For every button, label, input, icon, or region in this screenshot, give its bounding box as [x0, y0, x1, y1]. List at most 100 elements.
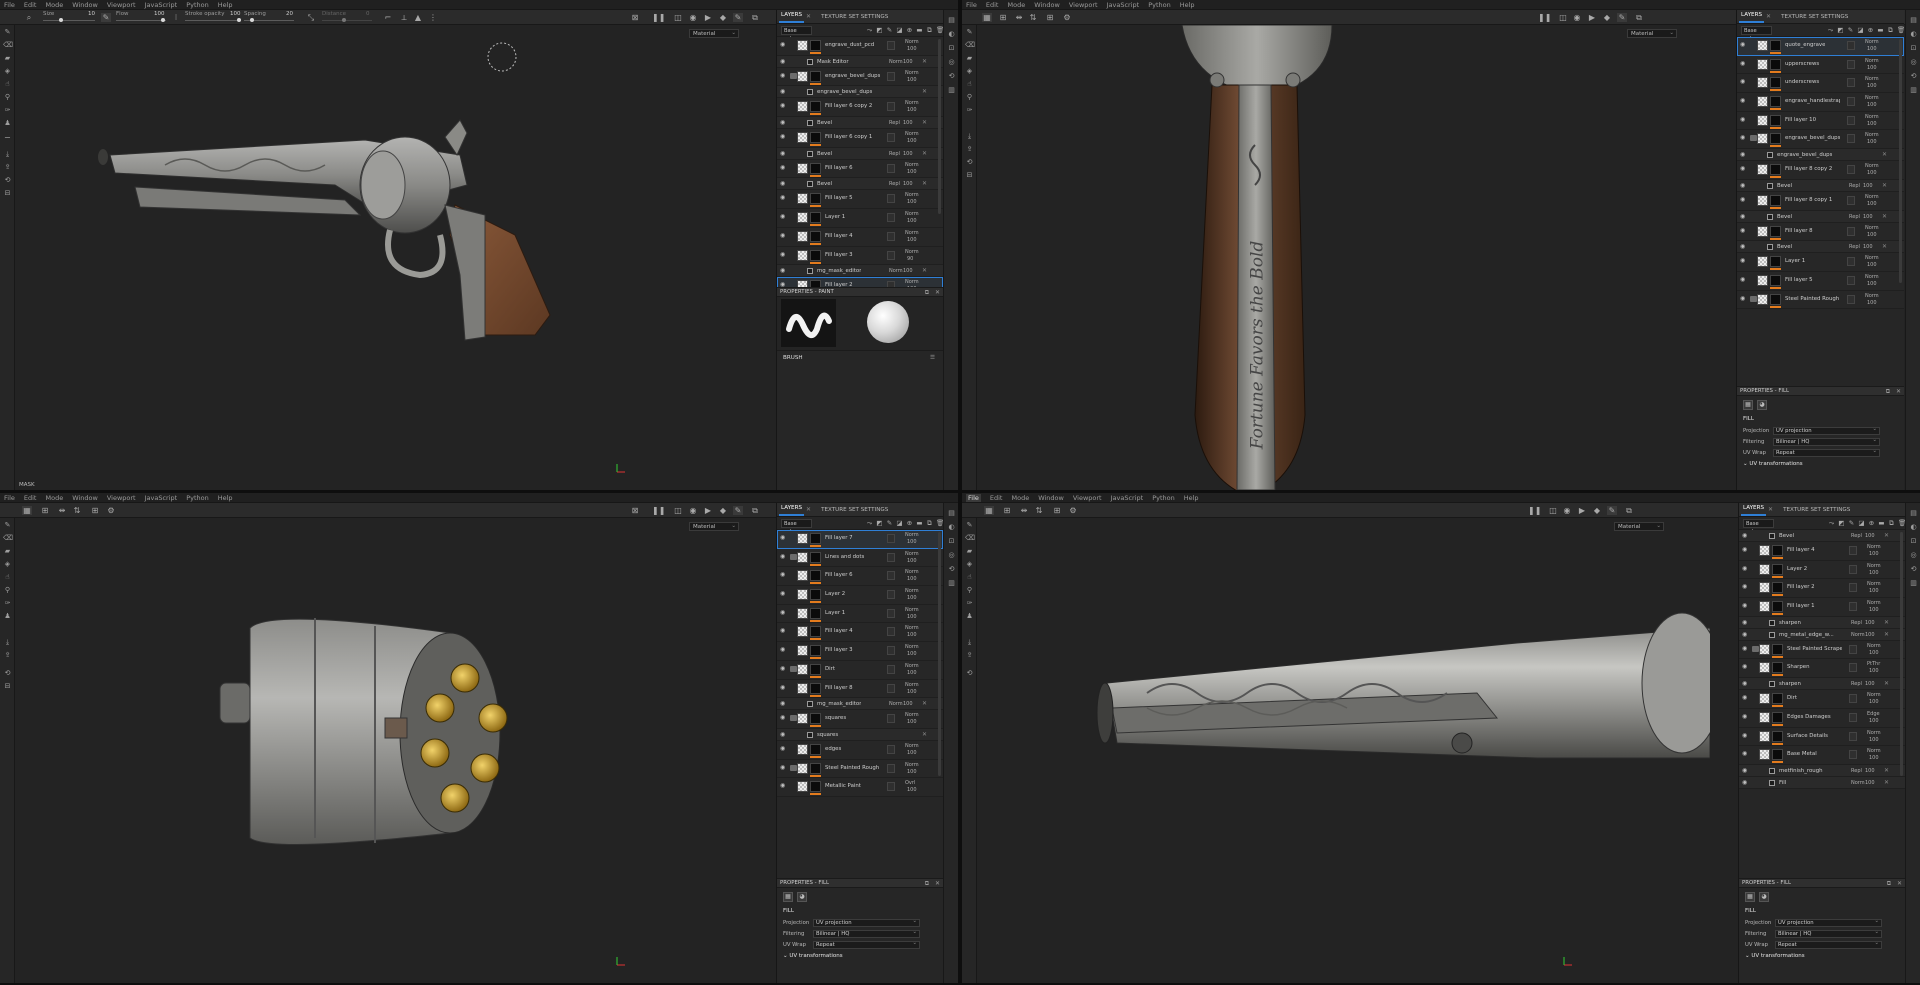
effect-opacity[interactable]: 100 — [1865, 768, 1875, 774]
layer-effect-row[interactable]: ◉ Bevel Repl 100 ✕ — [1737, 241, 1904, 254]
effect-opacity[interactable]: 100 — [1863, 244, 1873, 250]
paint-layer-icon[interactable]: ✎ — [886, 26, 893, 34]
layer-opacity[interactable]: 100 — [907, 670, 917, 676]
visibility-eye-icon[interactable]: ◉ — [780, 783, 788, 789]
display-settings-icon[interactable]: ◐ — [1909, 30, 1918, 39]
blend-mode[interactable]: Norm — [905, 588, 919, 594]
remove-effect-icon[interactable]: ✕ — [1884, 767, 1889, 774]
layer-options-box[interactable] — [1849, 602, 1857, 612]
tab-layers[interactable]: LAYERS — [1739, 12, 1765, 23]
visibility-eye-icon[interactable]: ◉ — [780, 120, 788, 126]
geometry-fill-icon[interactable]: ◈ — [965, 67, 974, 76]
brush-mode-icon[interactable]: ✎ — [1617, 13, 1627, 22]
detach-icon[interactable]: ⧉ — [925, 288, 929, 297]
menu-help[interactable]: Help — [1184, 494, 1199, 502]
tab-texture-set-settings[interactable]: TEXTURE SET SETTINGS — [1779, 14, 1850, 23]
settings-icon[interactable]: ⚙ — [106, 506, 116, 515]
blend-mode[interactable]: Norm — [905, 192, 919, 198]
layer-options-box[interactable] — [1847, 257, 1855, 267]
visibility-eye-icon[interactable]: ◉ — [780, 701, 788, 707]
layer-opacity[interactable]: 100 — [1869, 588, 1879, 594]
layer-options-box[interactable] — [887, 250, 895, 260]
blend-mode[interactable]: Norm — [905, 162, 919, 168]
pause-icon[interactable]: ❚❚ — [652, 506, 665, 515]
layer-row[interactable]: ◉ Fill layer 8 copy 1 Norm 100 — [1737, 191, 1904, 211]
blend-mode[interactable]: Norm — [1865, 194, 1879, 200]
layer-options-box[interactable] — [887, 590, 895, 600]
visibility-eye-icon[interactable]: ◉ — [780, 731, 788, 738]
menu-javascript[interactable]: JavaScript — [145, 494, 178, 502]
menu-viewport[interactable]: Viewport — [107, 494, 136, 502]
layer-row[interactable]: ◉ Dirt Norm 100 — [1739, 690, 1905, 709]
effect-opacity[interactable]: 100 — [1865, 632, 1875, 638]
layer-effect-row[interactable]: ◉ Bevel Repl 100 ✕ — [1739, 530, 1905, 542]
layer-row[interactable]: ◉ Surface Details Norm 100 — [1739, 727, 1905, 747]
uv-transformations-toggle[interactable]: ⌄ UV transformations — [777, 950, 943, 959]
uv-transformations-toggle[interactable]: ⌄ UV transformations — [1737, 458, 1904, 467]
layer-opacity[interactable]: 100 — [1869, 755, 1879, 761]
layer-opacity[interactable]: 100 — [1867, 65, 1877, 71]
smudge-icon[interactable]: ☝ — [965, 80, 974, 89]
layer-row[interactable]: ◉ underscrews Norm 100 — [1737, 74, 1904, 94]
clone-icon[interactable]: ⚲ — [965, 93, 974, 102]
menu-python[interactable]: Python — [1152, 494, 1175, 502]
layer-opacity[interactable]: 100 — [907, 595, 917, 601]
visibility-eye-icon[interactable]: ◉ — [780, 684, 788, 691]
blend-mode[interactable]: Ovrl — [905, 780, 915, 786]
settings-icon[interactable]: ⚙ — [1068, 506, 1078, 515]
visibility-eye-icon[interactable]: ◉ — [1742, 631, 1750, 638]
effect-blend-mode[interactable]: Norm — [889, 268, 903, 274]
layer-name[interactable]: Sharpen — [1787, 664, 1810, 670]
effect-blend-mode[interactable]: Repl — [1851, 768, 1862, 774]
layer-row[interactable]: ◉ Fill layer 1 Norm 100 — [1739, 598, 1905, 617]
fill-layer-icon[interactable]: ◪ — [896, 26, 903, 34]
log-icon[interactable]: ▥ — [947, 86, 956, 95]
visibility-eye-icon[interactable]: ◉ — [1742, 732, 1750, 739]
layer-opacity[interactable]: 100 — [1867, 201, 1877, 207]
fill-layer-icon[interactable]: ◪ — [896, 519, 903, 527]
close-icon[interactable]: ✕ — [935, 879, 940, 888]
layer-effect-row[interactable]: ◉ squares ✕ — [777, 728, 943, 741]
projection-icon[interactable]: ▰ — [965, 54, 974, 63]
visibility-eye-icon[interactable]: ◉ — [1742, 767, 1750, 774]
close-icon[interactable]: ✕ — [1896, 387, 1901, 396]
visibility-eye-icon[interactable]: ◉ — [1740, 213, 1748, 220]
effect-blend-mode[interactable]: Repl — [889, 151, 900, 157]
visibility-eye-icon[interactable]: ◉ — [780, 134, 788, 140]
layer-opacity[interactable]: 100 — [1867, 170, 1877, 176]
remove-effect-icon[interactable]: ✕ — [1884, 619, 1889, 626]
layer-name[interactable]: upperscrews — [1785, 61, 1819, 67]
close-tab-icon[interactable]: ✕ — [1766, 13, 1771, 23]
layer-effect-row[interactable]: ◉ engrave_bevel_dups ✕ — [777, 86, 943, 99]
distance-value[interactable]: 0 — [366, 11, 370, 17]
camera-settings-icon[interactable]: ⊡ — [1909, 537, 1918, 546]
layer-options-box[interactable] — [1849, 583, 1857, 593]
visibility-eye-icon[interactable]: ◉ — [780, 150, 788, 157]
menu-python[interactable]: Python — [186, 494, 209, 502]
folder-icon[interactable] — [790, 72, 797, 79]
flow-value[interactable]: 100 — [154, 11, 165, 17]
tab-texture-set-settings[interactable]: TEXTURE SET SETTINGS — [1781, 507, 1852, 516]
grid-icon[interactable]: ⋮ — [428, 13, 438, 22]
effect-opacity[interactable]: 100 — [903, 181, 913, 187]
layer-opacity[interactable]: 100 — [1869, 737, 1879, 743]
menu-edit[interactable]: Edit — [986, 1, 999, 9]
visibility-eye-icon[interactable]: ◉ — [1742, 565, 1750, 572]
eraser-icon[interactable]: ⌫ — [965, 41, 975, 50]
effect-blend-mode[interactable]: Repl — [889, 181, 900, 187]
delete-icon[interactable]: 🗑 — [936, 26, 944, 34]
layer-options-box[interactable] — [1847, 115, 1855, 125]
layer-row[interactable]: ◉ Fill layer 4 Norm 100 — [1739, 542, 1905, 561]
split-vertical-icon[interactable]: ⇅ — [1034, 506, 1044, 515]
menu-window[interactable]: Window — [72, 494, 98, 502]
grid-snap-icon[interactable]: ⊞ — [40, 506, 50, 515]
mask-icon[interactable]: ◩ — [876, 519, 883, 527]
blend-mode[interactable]: Norm — [1865, 255, 1879, 261]
stroke-opacity-slider[interactable] — [185, 18, 241, 22]
visibility-eye-icon[interactable]: ◉ — [1740, 196, 1748, 203]
layer-row[interactable]: ◉ Steel Painted Rough Da... Norm100 — [1737, 290, 1904, 310]
layer-row[interactable]: ◉ Lines and dots Norm 100 — [777, 548, 943, 568]
menu-edit[interactable]: Edit — [24, 1, 37, 9]
spacing-value[interactable]: 20 — [286, 11, 293, 17]
effect-opacity[interactable]: 100 — [1865, 780, 1875, 786]
